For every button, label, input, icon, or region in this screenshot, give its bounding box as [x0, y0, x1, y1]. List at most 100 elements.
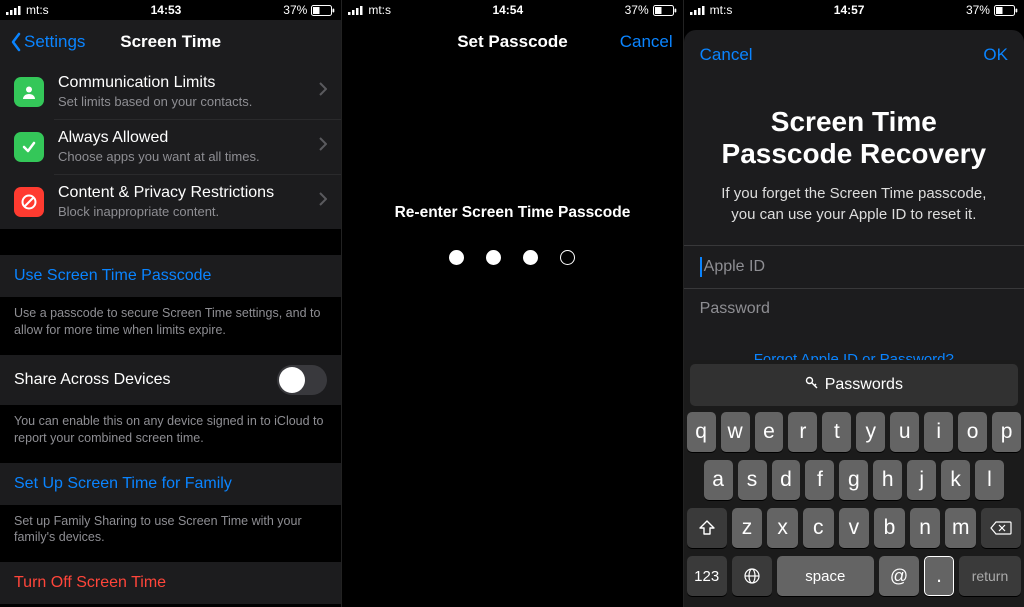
use-passcode-button[interactable]: Use Screen Time Passcode	[0, 255, 341, 297]
modal-description: If you forget the Screen Time passcode, …	[684, 184, 1024, 245]
status-time: 14:53	[151, 3, 182, 17]
check-icon	[14, 132, 44, 162]
key-k[interactable]: k	[941, 460, 970, 500]
communication-limits-cell[interactable]: Communication Limits Set limits based on…	[0, 64, 341, 119]
modal-title: Screen Time Passcode Recovery	[684, 80, 1024, 184]
key-h[interactable]: h	[873, 460, 902, 500]
passwords-suggestion[interactable]: Passwords	[690, 364, 1018, 406]
settings-list: Communication Limits Set limits based on…	[0, 64, 341, 229]
key-q[interactable]: q	[687, 412, 716, 452]
nav-bar: Settings Screen Time	[0, 20, 341, 64]
setup-family-button[interactable]: Set Up Screen Time for Family	[0, 463, 341, 505]
cell-title: Content & Privacy Restrictions	[58, 184, 305, 202]
key-icon	[805, 376, 819, 395]
globe-icon	[743, 567, 761, 585]
cancel-button[interactable]: Cancel	[620, 32, 673, 52]
key-u[interactable]: u	[890, 412, 919, 452]
carrier-label: mt:s	[368, 3, 391, 17]
nav-bar: Set Passcode Cancel	[342, 20, 682, 64]
keyboard-row-3: z x c v b n m	[687, 508, 1021, 548]
cell-subtitle: Choose apps you want at all times.	[58, 149, 305, 164]
key-z[interactable]: z	[732, 508, 763, 548]
carrier-label: mt:s	[710, 3, 733, 17]
key-backspace[interactable]	[981, 508, 1021, 548]
battery-pct: 37%	[625, 3, 649, 17]
key-n[interactable]: n	[910, 508, 941, 548]
key-period[interactable]: .	[924, 556, 954, 596]
key-globe[interactable]	[732, 556, 772, 596]
status-bar: mt:s 14:57 37%	[684, 0, 1024, 20]
apple-id-field[interactable]: Apple ID	[684, 245, 1024, 288]
keyboard-row-1: q w e r t y u i o p	[687, 412, 1021, 452]
key-e[interactable]: e	[755, 412, 784, 452]
always-allowed-cell[interactable]: Always Allowed Choose apps you want at a…	[0, 119, 341, 174]
key-return[interactable]: return	[959, 556, 1021, 596]
key-g[interactable]: g	[839, 460, 868, 500]
key-i[interactable]: i	[924, 412, 953, 452]
share-toggle[interactable]	[277, 365, 327, 395]
chevron-right-icon	[319, 82, 327, 101]
keyboard-row-2: a s d f g h j k l	[687, 460, 1021, 500]
modal-nav: Cancel OK	[684, 30, 1024, 80]
status-bar: mt:s 14:53 37%	[0, 0, 341, 20]
key-m[interactable]: m	[945, 508, 976, 548]
key-s[interactable]: s	[738, 460, 767, 500]
key-o[interactable]: o	[958, 412, 987, 452]
keyboard-row-4: 123 space @ . return	[687, 556, 1021, 596]
share-across-devices-cell[interactable]: Share Across Devices	[0, 355, 341, 405]
key-shift[interactable]	[687, 508, 727, 548]
contact-icon	[14, 77, 44, 107]
text-cursor	[700, 257, 702, 277]
battery-pct: 37%	[283, 3, 307, 17]
keyboard: Passwords q w e r t y u i o p a s	[684, 360, 1024, 607]
key-p[interactable]: p	[992, 412, 1021, 452]
backspace-icon	[990, 521, 1012, 535]
passcode-dot	[560, 250, 575, 265]
chevron-right-icon	[319, 137, 327, 156]
key-f[interactable]: f	[805, 460, 834, 500]
key-l[interactable]: l	[975, 460, 1004, 500]
key-r[interactable]: r	[788, 412, 817, 452]
passcode-dots	[449, 250, 575, 265]
chevron-right-icon	[319, 192, 327, 211]
key-space[interactable]: space	[777, 556, 874, 596]
battery-icon	[994, 5, 1018, 16]
key-a[interactable]: a	[704, 460, 733, 500]
battery-icon	[653, 5, 677, 16]
key-v[interactable]: v	[839, 508, 870, 548]
battery-icon	[311, 5, 335, 16]
set-passcode-phone: mt:s 14:54 37% Set Passcode Cancel Re-en…	[341, 0, 682, 607]
key-j[interactable]: j	[907, 460, 936, 500]
password-field[interactable]: Password	[684, 288, 1024, 329]
screen-time-settings-phone: mt:s 14:53 37% Settings Screen Time	[0, 0, 341, 607]
use-passcode-footer: Use a passcode to secure Screen Time set…	[0, 297, 341, 355]
cell-subtitle: Block inappropriate content.	[58, 204, 305, 219]
key-y[interactable]: y	[856, 412, 885, 452]
recovery-modal: Cancel OK Screen Time Passcode Recovery …	[684, 30, 1024, 607]
status-bar: mt:s 14:54 37%	[342, 0, 682, 20]
passcode-area: Re-enter Screen Time Passcode	[342, 64, 682, 607]
key-t[interactable]: t	[822, 412, 851, 452]
passcode-prompt: Re-enter Screen Time Passcode	[395, 204, 631, 222]
key-at[interactable]: @	[879, 556, 919, 596]
key-c[interactable]: c	[803, 508, 834, 548]
chevron-left-icon	[10, 32, 22, 52]
key-b[interactable]: b	[874, 508, 905, 548]
turn-off-button[interactable]: Turn Off Screen Time	[0, 562, 341, 604]
key-x[interactable]: x	[767, 508, 798, 548]
signal-icon	[690, 5, 706, 15]
passcode-dot	[449, 250, 464, 265]
status-time: 14:57	[834, 3, 865, 17]
key-123[interactable]: 123	[687, 556, 727, 596]
carrier-label: mt:s	[26, 3, 49, 17]
ok-button[interactable]: OK	[983, 45, 1008, 65]
share-footer: You can enable this on any device signed…	[0, 405, 341, 463]
block-icon	[14, 187, 44, 217]
passcode-dot	[486, 250, 501, 265]
back-button[interactable]: Settings	[10, 32, 85, 52]
content-privacy-cell[interactable]: Content & Privacy Restrictions Block ina…	[0, 174, 341, 229]
passcode-dot	[523, 250, 538, 265]
key-d[interactable]: d	[772, 460, 801, 500]
cancel-button[interactable]: Cancel	[700, 45, 753, 65]
key-w[interactable]: w	[721, 412, 750, 452]
